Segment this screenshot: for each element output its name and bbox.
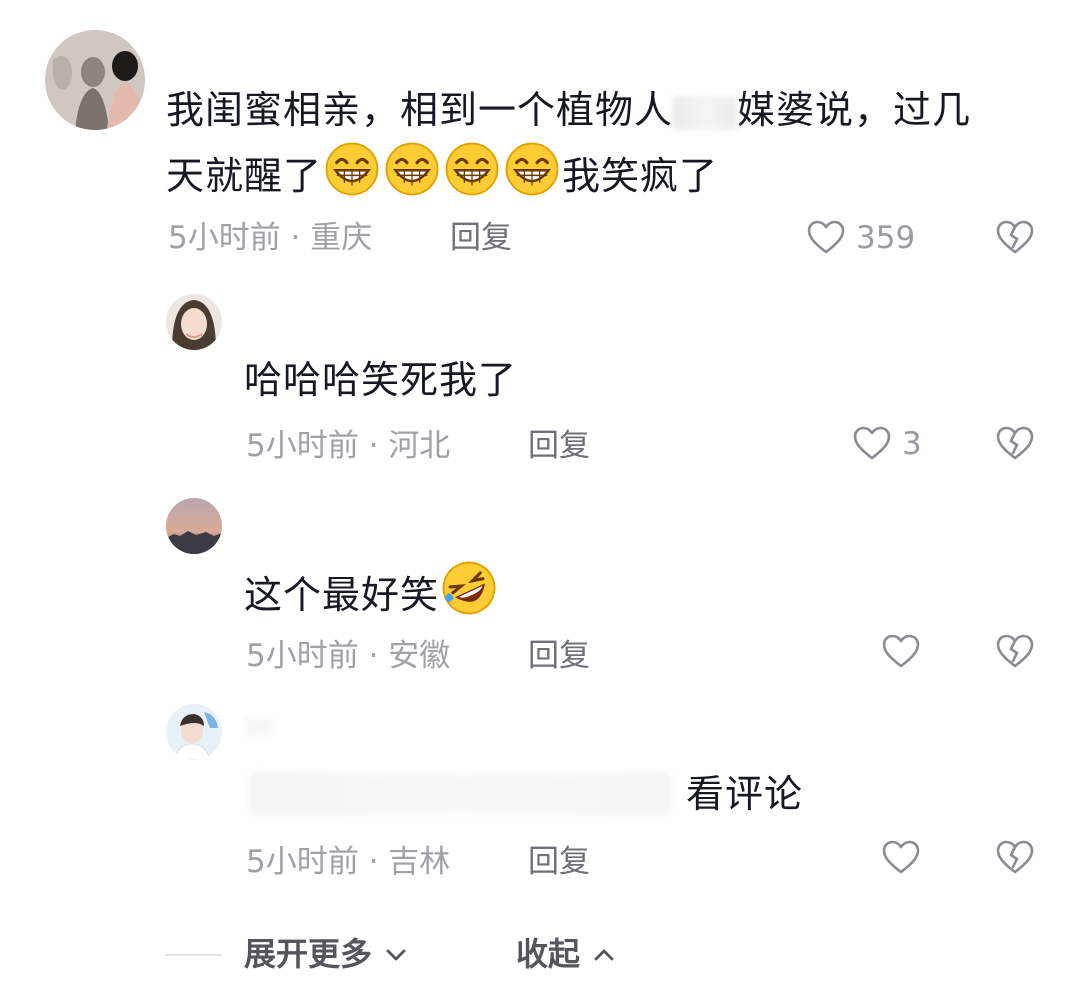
comment-text-part: 我闺蜜相亲，相到一个植物人 xyxy=(166,88,674,132)
blurred-text xyxy=(250,772,670,814)
avatar[interactable] xyxy=(166,704,222,760)
blurred-text xyxy=(246,716,272,737)
blurred-text xyxy=(246,716,272,737)
heart-outline-icon[interactable] xyxy=(852,424,892,464)
heart-outline-icon[interactable] xyxy=(881,632,921,672)
grinning-emoji-icon xyxy=(384,141,440,197)
chevron-down-icon xyxy=(386,949,406,961)
broken-heart-icon[interactable] xyxy=(995,838,1035,878)
reply-button[interactable]: 回复 xyxy=(528,842,590,882)
like-count: 359 xyxy=(856,220,916,256)
avatar[interactable] xyxy=(166,294,222,350)
broken-heart-icon[interactable] xyxy=(995,424,1035,464)
time-location: 5小时前 · 重庆 xyxy=(168,220,373,256)
expand-more-button[interactable]: 展开更多 xyxy=(244,934,409,974)
comment-text: 我闺蜜相亲，相到一个植物人 媒婆说，过几 xyxy=(166,82,971,138)
time-location: 5小时前 · 吉林 xyxy=(246,844,451,880)
avatar[interactable] xyxy=(166,498,222,554)
blurred-text xyxy=(250,772,670,814)
reply-button[interactable]: 回复 xyxy=(528,426,590,466)
comment-text-part: 媒婆说，过几 xyxy=(737,88,972,132)
comment-text: 看评论 xyxy=(686,772,804,816)
rolling-laughing-emoji-icon xyxy=(442,561,496,615)
collapse-label: 收起 xyxy=(516,935,581,973)
broken-heart-icon[interactable] xyxy=(995,632,1035,672)
heart-outline-icon[interactable] xyxy=(881,838,921,878)
heart-outline-icon[interactable] xyxy=(806,218,846,258)
grinning-emoji-icon xyxy=(504,141,560,197)
collapse-button[interactable]: 收起 xyxy=(516,934,617,974)
comment-text-part: 这个最好笑 xyxy=(244,573,440,617)
grinning-emoji-icon xyxy=(444,141,500,197)
time-location: 5小时前 · 河北 xyxy=(246,428,451,464)
blurred-text xyxy=(673,95,738,130)
divider-line xyxy=(166,954,222,956)
reply-button[interactable]: 回复 xyxy=(450,218,512,258)
expand-more-label: 展开更多 xyxy=(244,935,373,973)
comment-text: 这个最好笑 xyxy=(244,560,499,623)
time-location: 5小时前 · 安徽 xyxy=(246,638,451,674)
comment-text: 哈哈哈笑死我了 xyxy=(244,358,518,402)
comment-text-line2: 天就醒了 我笑疯了 xyxy=(166,141,718,204)
comment-text-part: 天就醒了 xyxy=(166,154,323,198)
avatar[interactable] xyxy=(45,30,145,130)
grinning-emoji-icon xyxy=(324,141,380,197)
broken-heart-icon[interactable] xyxy=(995,218,1035,258)
like-count: 3 xyxy=(902,426,922,462)
comment-text-part: 我笑疯了 xyxy=(562,154,719,198)
chevron-up-icon xyxy=(594,949,614,961)
reply-button[interactable]: 回复 xyxy=(528,636,590,676)
